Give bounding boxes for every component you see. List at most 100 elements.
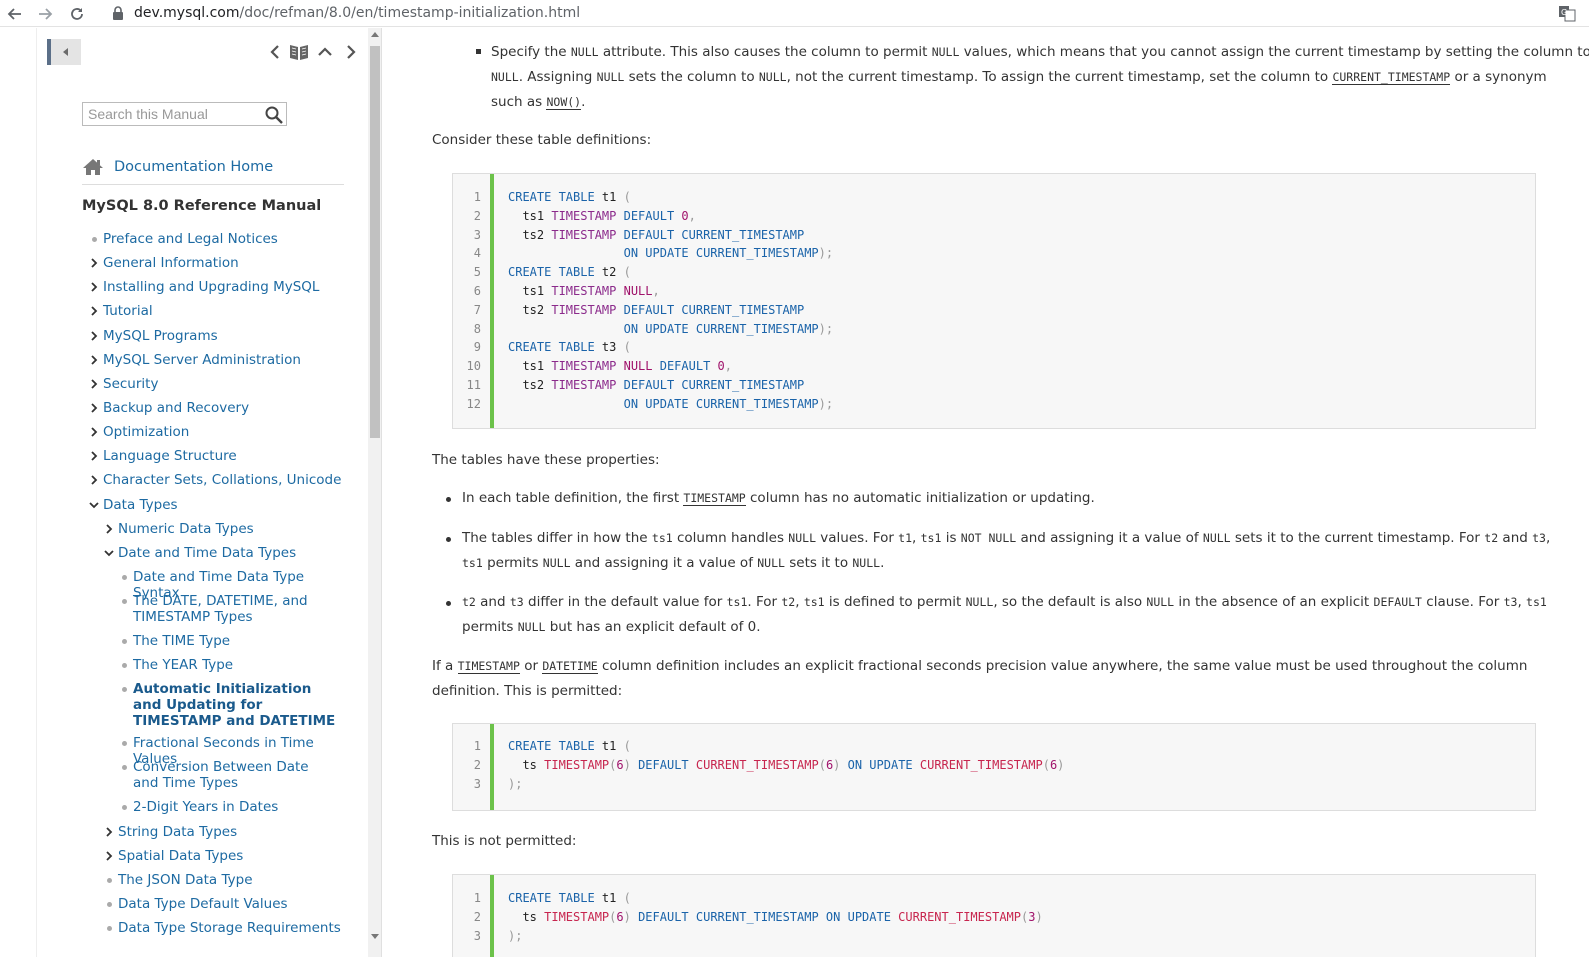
code-token: ) (833, 757, 848, 772)
prev-page-icon[interactable] (265, 42, 285, 62)
toc-item[interactable]: Date and Time Data Types (102, 545, 368, 561)
scrollbar-thumb[interactable] (370, 46, 380, 438)
text: differ in the default value for (523, 594, 727, 610)
null-line-3: such as NOW(). (491, 90, 1571, 115)
chevron-right-icon (87, 279, 101, 295)
current-timestamp-link[interactable]: CURRENT_TIMESTAMP (1332, 70, 1451, 85)
text: values, which means that you cannot assi… (959, 44, 1589, 60)
text: , (1545, 530, 1551, 546)
toc-item[interactable]: Optimization (87, 424, 357, 440)
code-line: ts1 TIMESTAMP NULL DEFAULT 0, (508, 357, 732, 376)
code-token: ( (616, 739, 631, 753)
code-token: ts (508, 757, 545, 772)
text: and assigning it a value of (570, 555, 758, 571)
text: column has no automatic initialization o… (745, 490, 1095, 506)
code-token: TIMESTAMP (551, 227, 624, 242)
toc-item[interactable]: The DATE, DATETIME, and TIMESTAMP Types (117, 593, 337, 625)
line-number: 1 (473, 891, 481, 905)
code-token: DEFAULT CURRENT_TIMESTAMP (623, 302, 805, 317)
bullet-icon (117, 735, 131, 751)
toc-item[interactable]: Language Structure (87, 448, 357, 464)
chevron-right-icon (102, 848, 116, 864)
toc-item[interactable]: 2-Digit Years in Dates (117, 799, 337, 815)
search-icon[interactable] (264, 105, 284, 125)
toc-item[interactable]: The TIME Type (117, 633, 337, 649)
now-function-link[interactable]: NOW() (546, 95, 582, 110)
list-bullet (446, 601, 451, 606)
timestamp-link[interactable]: TIMESTAMP (457, 659, 520, 674)
code-token: TIMESTAMP (544, 909, 610, 924)
forward-arrow-icon[interactable] (34, 3, 56, 25)
text: sets the column to (624, 69, 759, 85)
toc-item[interactable]: Preface and Legal Notices (87, 231, 357, 247)
toc-item-label: Conversion Between Date and Time Types (133, 759, 309, 791)
collapse-sidebar-button[interactable] (47, 39, 81, 65)
code-line: CREATE TABLE t3 ( (508, 338, 631, 357)
toc-item[interactable]: Data Types (87, 497, 357, 513)
search-input[interactable] (83, 103, 258, 125)
toc-item[interactable]: Data Type Default Values (102, 896, 368, 912)
next-page-icon[interactable] (341, 42, 361, 62)
sidebar-toolbar (47, 36, 363, 70)
back-arrow-icon[interactable] (4, 3, 26, 25)
code-token: ); (818, 321, 834, 336)
toc-item[interactable]: String Data Types (102, 824, 368, 840)
documentation-home-link[interactable]: Documentation Home (82, 155, 273, 179)
chevron-right-icon (102, 824, 116, 840)
code-ts1: ts1 (803, 595, 825, 609)
toc-item[interactable]: Security (87, 376, 357, 392)
code-null: NULL (931, 45, 960, 59)
sidebar-scrollbar[interactable] (368, 28, 382, 957)
scroll-up-arrow-icon[interactable] (371, 32, 379, 37)
toc-item[interactable]: Conversion Between Date and Time Types (117, 759, 337, 791)
toc-item[interactable]: Backup and Recovery (87, 400, 357, 416)
toc-item-label: Numeric Data Types (118, 521, 254, 537)
toc-item[interactable]: Installing and Upgrading MySQL (87, 279, 357, 295)
address-bar[interactable]: dev.mysql.com/doc/refman/8.0/en/timestam… (104, 1, 1524, 25)
toc-item[interactable]: Automatic Initialization and Updating fo… (117, 681, 337, 729)
line-number: 4 (473, 246, 481, 261)
toc-item[interactable]: MySQL Server Administration (87, 352, 357, 368)
text: , (795, 594, 804, 610)
toc-item[interactable]: The YEAR Type (117, 657, 337, 673)
line-number: 2 (473, 208, 481, 223)
book-icon[interactable] (289, 42, 309, 62)
code-block-not-permitted: 123 CREATE TABLE t1 ( ts TIMESTAMP(6) DE… (452, 874, 1536, 957)
code-line: ts1 TIMESTAMP DEFAULT 0, (508, 207, 695, 226)
toc-item[interactable]: Tutorial (87, 303, 357, 319)
code-token: ( (616, 265, 631, 280)
code-token: NULL (623, 359, 660, 374)
list-square-bullet (476, 49, 481, 54)
code-token: ts2 (508, 378, 552, 392)
toc-item[interactable]: Spatial Data Types (102, 848, 368, 864)
code-token: ( (1042, 757, 1050, 772)
line-number: 10 (466, 359, 481, 374)
scroll-down-arrow-icon[interactable] (371, 934, 379, 939)
code-not-null: NOT NULL (960, 531, 1017, 545)
text: . For (747, 594, 782, 610)
line-number: 12 (466, 396, 481, 411)
code-token: DEFAULT (623, 208, 682, 223)
chevron-right-icon (87, 448, 101, 464)
timestamp-link[interactable]: TIMESTAMP (683, 491, 746, 506)
reload-icon[interactable] (66, 3, 88, 25)
code-null: NULL (757, 556, 785, 570)
list-bullet (446, 537, 451, 542)
toc-item[interactable]: The JSON Data Type (102, 872, 368, 888)
code-content: CREATE TABLE t1 ( ts1 TIMESTAMP DEFAULT … (490, 174, 833, 428)
toc-item[interactable]: MySQL Programs (87, 328, 357, 344)
up-icon[interactable] (315, 42, 335, 62)
toc-item[interactable]: Character Sets, Collations, Unicode (87, 472, 357, 488)
code-t3: t3 (1503, 595, 1518, 609)
null-attribute-paragraph: Specify the NULL attribute. This also ca… (491, 40, 1589, 115)
code-line: ); (508, 927, 522, 946)
toc-item[interactable]: General Information (87, 255, 357, 271)
code-token: NULL (623, 284, 653, 298)
text: and assigning it a value of (1016, 530, 1203, 546)
toc-item[interactable]: Data Type Storage Requirements (102, 920, 368, 936)
datetime-link[interactable]: DATETIME (542, 659, 598, 674)
translate-icon[interactable]: G (1558, 5, 1576, 22)
documentation-home-label: Documentation Home (114, 159, 274, 175)
chevron-down-icon (102, 545, 116, 561)
toc-item[interactable]: Numeric Data Types (102, 521, 368, 537)
